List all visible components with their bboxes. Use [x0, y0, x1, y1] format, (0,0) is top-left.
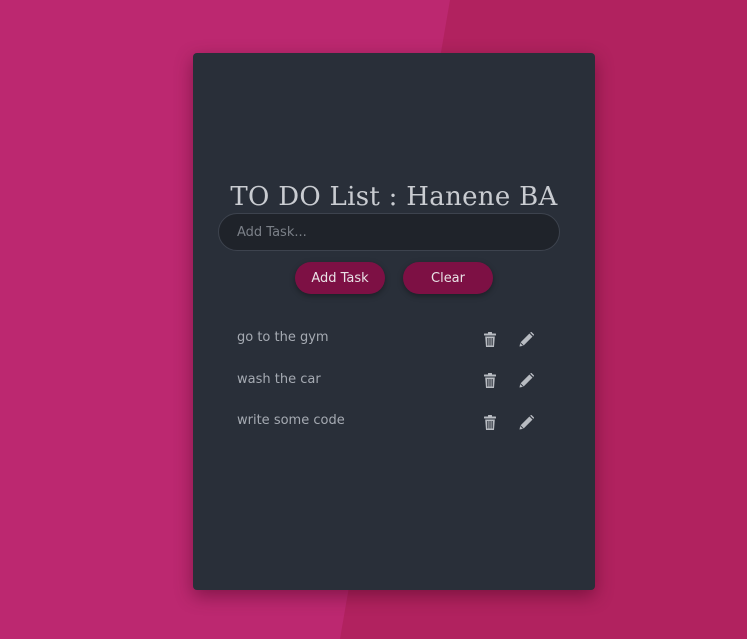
task-text: wash the car — [237, 371, 321, 387]
task-item: wash the car — [193, 360, 595, 402]
task-text: write some code — [237, 413, 345, 428]
pencil-icon[interactable] — [516, 329, 536, 349]
task-text: go to the gym — [237, 330, 329, 345]
task-item: go to the gym — [193, 318, 595, 360]
page-title: TO DO List : Hanene BA — [230, 182, 558, 212]
task-item: write some code — [193, 401, 595, 443]
trash-icon[interactable] — [480, 371, 500, 391]
trash-icon[interactable] — [480, 412, 500, 432]
clear-button[interactable]: Clear — [403, 262, 493, 294]
pencil-icon[interactable] — [516, 412, 536, 432]
task-list: go to the gym wash the car write some co… — [193, 318, 595, 443]
add-task-button[interactable]: Add Task — [295, 262, 385, 294]
pencil-icon[interactable] — [516, 371, 536, 391]
trash-icon[interactable] — [480, 329, 500, 349]
add-task-input[interactable] — [218, 213, 560, 251]
todo-card: TO DO List : Hanene BA Add Task Clear go… — [193, 53, 595, 590]
